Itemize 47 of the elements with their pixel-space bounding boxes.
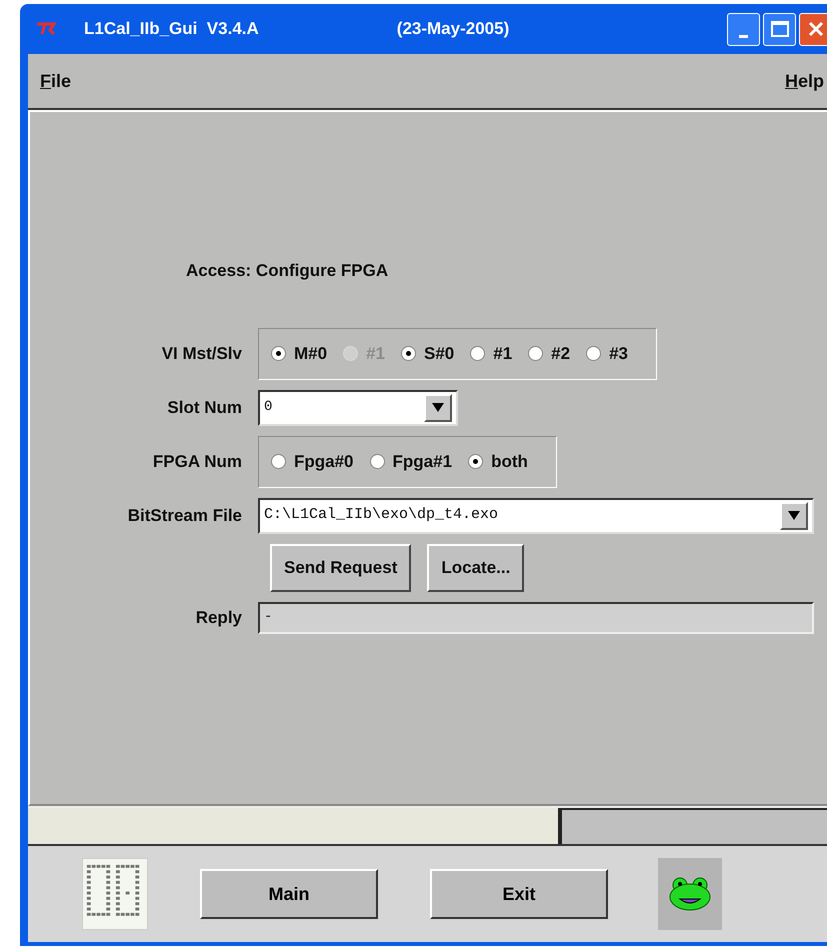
field-label: FPGA Num: [152, 452, 242, 471]
menu-item[interactable]: Help: [784, 68, 824, 94]
action-button[interactable]: Send Request: [270, 544, 412, 592]
dropdown[interactable]: 0: [258, 390, 458, 426]
radio-button[interactable]: [528, 346, 544, 361]
field-label: BitStream File: [128, 506, 242, 525]
field-label: Reply: [196, 608, 242, 627]
app-icon: [36, 22, 56, 36]
radio-button[interactable]: [271, 454, 286, 469]
radio-label: S#0: [424, 342, 454, 365]
caret-icon: [788, 511, 800, 520]
radio-label: both: [491, 450, 528, 473]
maximize-button[interactable]: [763, 12, 796, 46]
caret-icon: [432, 403, 444, 412]
minimize-icon: [739, 34, 748, 38]
radio-label: #1: [493, 342, 512, 365]
minimize-button[interactable]: [727, 12, 760, 46]
radio-button[interactable]: [401, 346, 416, 361]
radio-label: Fpga#0: [294, 450, 354, 473]
main-button[interactable]: Main: [200, 869, 378, 919]
radio-button[interactable]: [470, 346, 486, 361]
file-dropdown[interactable]: C:\L1Cal_IIb\exo\dp_t4.exo: [258, 498, 814, 534]
access-heading: Access: Configure FPGA: [186, 261, 388, 280]
radio-label: #3: [609, 342, 628, 365]
frog-button[interactable]: [658, 858, 722, 930]
menu-item[interactable]: File: [40, 68, 72, 94]
reply-field[interactable]: -: [258, 602, 814, 634]
radio-label: Fpga#1: [392, 450, 452, 473]
maximize-icon: [770, 21, 788, 37]
dropdown-arrow-button[interactable]: [780, 502, 808, 530]
radio-button[interactable]: [468, 454, 484, 469]
action-button[interactable]: Locate...: [427, 544, 524, 592]
radio-button[interactable]: [271, 346, 286, 361]
field-label: Slot Num: [167, 398, 242, 417]
window-date: (23-May-2005): [396, 18, 510, 40]
dropdown-arrow-button[interactable]: [424, 394, 452, 422]
radio-button[interactable]: [586, 346, 602, 361]
close-icon: [808, 21, 824, 37]
frog-icon: [668, 876, 712, 912]
radio-label: #2: [551, 342, 570, 365]
radio-button[interactable]: [370, 454, 385, 469]
radio-label: M#0: [294, 342, 328, 365]
exit-button[interactable]: Exit: [430, 869, 608, 919]
field-label: VI Mst/Slv: [162, 344, 242, 363]
window-title: L1Cal_IIb_Gui V3.4.A: [84, 18, 259, 40]
close-button[interactable]: [799, 12, 827, 46]
dotted-logo-icon: [82, 858, 148, 930]
